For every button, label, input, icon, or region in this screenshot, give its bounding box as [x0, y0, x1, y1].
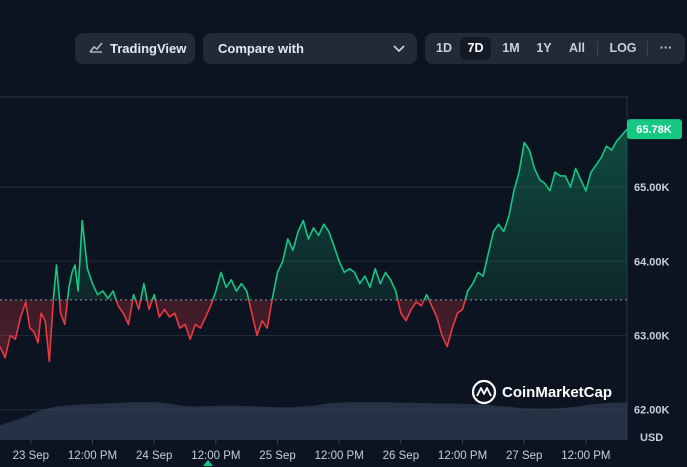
y-tick-label: 63.00K	[634, 331, 670, 343]
y-axis-labels: 62.00K 63.00K 64.00K 65.00K	[634, 182, 670, 417]
x-tick-label: 26 Sep	[383, 450, 419, 462]
x-tick-label: 12:00 PM	[191, 450, 240, 462]
current-price-tag: 65.78K	[627, 119, 682, 140]
x-tick-label: 12:00 PM	[438, 450, 487, 462]
x-tick-label: 24 Sep	[136, 450, 172, 462]
current-price-label: 65.78K	[636, 124, 672, 136]
x-tick-label: 12:00 PM	[315, 450, 364, 462]
volume-area	[0, 402, 627, 440]
x-tick-label: 25 Sep	[259, 450, 295, 462]
watermark-text: CoinMarketCap	[502, 384, 612, 401]
x-tick-label: 23 Sep	[13, 450, 49, 462]
x-tick-label: 27 Sep	[506, 450, 542, 462]
x-axis-labels: 23 Sep 12:00 PM 24 Sep 12:00 PM 25 Sep 12:00 …	[13, 440, 611, 462]
y-tick-label: 64.00K	[634, 256, 670, 268]
y-tick-label: 62.00K	[634, 405, 670, 417]
coinmarketcap-logo-icon	[471, 379, 497, 405]
x-tick-label: 12:00 PM	[68, 450, 117, 462]
coinmarketcap-watermark: CoinMarketCap	[471, 379, 612, 405]
x-tick-label: 12:00 PM	[561, 450, 610, 462]
currency-label: USD	[640, 432, 663, 444]
volume-fill	[0, 402, 627, 440]
price-chart[interactable]: 62.00K63.00K64.00K65.00K 23 Sep 12:00 PM 2…	[0, 0, 687, 467]
y-tick-label: 65.00K	[634, 182, 670, 194]
